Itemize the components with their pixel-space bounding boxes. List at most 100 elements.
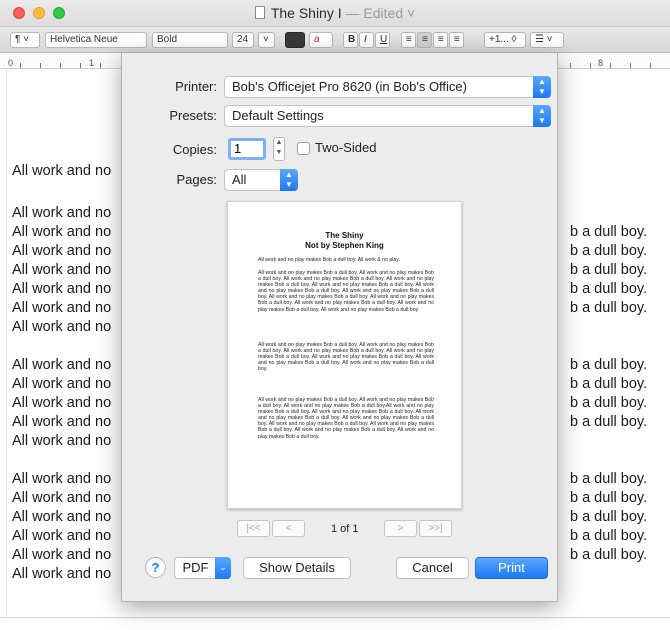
font-size-menu[interactable]: ˅ bbox=[258, 32, 275, 48]
printer-popup[interactable]: Bob's Officejet Pro 8620 (in Bob's Offic… bbox=[224, 76, 551, 98]
ruler-tick bbox=[650, 63, 651, 68]
document-line: All work and no bbox=[12, 300, 112, 316]
justify-button[interactable]: ≡ bbox=[449, 32, 464, 48]
preview-paragraph: All work and no play makes Bob a dull bo… bbox=[258, 397, 434, 440]
highlight-color-button[interactable]: a bbox=[309, 32, 333, 48]
document-line: b a dull boy. bbox=[570, 490, 648, 506]
window-title[interactable]: The Shiny I — Edited ˅ bbox=[0, 5, 670, 21]
popup-arrows-icon: ▲ ▼ bbox=[533, 105, 551, 127]
align-left-icon: ≡ bbox=[406, 34, 412, 45]
document-line: All work and no bbox=[12, 509, 112, 525]
font-style-menu[interactable]: Bold bbox=[152, 32, 228, 48]
chevron-down-icon: ⌄ bbox=[215, 557, 231, 579]
next-page-button[interactable]: > bbox=[384, 520, 417, 537]
copies-label: Copies: bbox=[172, 142, 217, 157]
document-line: b a dull boy. bbox=[570, 224, 648, 240]
document-line: b a dull boy. bbox=[570, 243, 648, 259]
copies-field[interactable]: 1 bbox=[228, 138, 266, 160]
paragraph-style-menu[interactable]: ¶ ˅ bbox=[10, 32, 40, 48]
list-style-menu[interactable]: ☰ ˅ bbox=[530, 32, 564, 48]
document-line: All work and no bbox=[12, 376, 112, 392]
document-line: b a dull boy. bbox=[570, 547, 648, 563]
font-size-field[interactable]: 24 bbox=[232, 32, 254, 48]
document-line: b a dull boy. bbox=[570, 395, 648, 411]
document-line: All work and no bbox=[12, 414, 112, 430]
underline-button[interactable]: U bbox=[375, 32, 390, 48]
ruler-tick bbox=[610, 63, 611, 68]
align-right-icon: ≡ bbox=[438, 34, 444, 45]
help-button[interactable]: ? bbox=[145, 557, 166, 578]
window-bottom-border bbox=[0, 617, 670, 618]
document-line: All work and no bbox=[12, 490, 112, 506]
align-center-icon: ≡ bbox=[422, 34, 428, 45]
document-line: All work and no bbox=[12, 357, 112, 373]
two-sided-label: Two-Sided bbox=[315, 140, 377, 155]
presets-popup[interactable]: Default Settings ▲ ▼ bbox=[224, 105, 551, 127]
document-line: b a dull boy. bbox=[570, 509, 648, 525]
document-line: b a dull boy. bbox=[570, 471, 648, 487]
popup-arrows-icon: ▲ ▼ bbox=[533, 76, 551, 98]
justify-icon: ≡ bbox=[454, 34, 460, 45]
document-line: All work and no bbox=[12, 205, 112, 221]
pages-value: All bbox=[232, 172, 247, 187]
previous-page-button[interactable]: < bbox=[272, 520, 305, 537]
window-title-text: The Shiny I bbox=[270, 5, 342, 21]
preview-first-line: All work and no play makes Bob a dull bo… bbox=[258, 257, 400, 263]
document-line: All work and no bbox=[12, 163, 112, 179]
align-center-button[interactable]: ≡ bbox=[417, 32, 432, 48]
text-color-swatch[interactable] bbox=[285, 32, 305, 48]
ruler-tick bbox=[570, 63, 571, 68]
title-bar: The Shiny I — Edited ˅ bbox=[0, 0, 670, 27]
chevron-down-icon: ▼ bbox=[275, 149, 283, 156]
print-preview-page: The Shiny Not by Stephen King All work a… bbox=[227, 201, 462, 509]
document-line: b a dull boy. bbox=[570, 281, 648, 297]
ruler-number-one: 1 bbox=[89, 58, 95, 68]
align-left-button[interactable]: ≡ bbox=[401, 32, 416, 48]
presets-label: Presets: bbox=[169, 108, 217, 123]
align-right-button[interactable]: ≡ bbox=[433, 32, 448, 48]
bold-button[interactable]: B bbox=[343, 32, 358, 48]
popup-arrows-icon: ▲ ▼ bbox=[280, 169, 298, 191]
document-line: b a dull boy. bbox=[570, 376, 648, 392]
document-line: All work and no bbox=[12, 528, 112, 544]
document-line: b a dull boy. bbox=[570, 414, 648, 430]
document-line: All work and no bbox=[12, 395, 112, 411]
ruler-number-start: 0 bbox=[8, 58, 14, 68]
document-line: All work and no bbox=[12, 566, 112, 582]
page-count: 1 of 1 bbox=[331, 523, 359, 535]
ruler-tick bbox=[20, 63, 21, 68]
italic-button[interactable]: I bbox=[359, 32, 374, 48]
document-line: b a dull boy. bbox=[570, 357, 648, 373]
last-page-button[interactable]: >>| bbox=[419, 520, 452, 537]
ruler-tick bbox=[80, 63, 81, 68]
document-line: All work and no bbox=[12, 433, 112, 449]
show-details-button[interactable]: Show Details bbox=[243, 557, 351, 579]
pages-label: Pages: bbox=[176, 172, 217, 187]
chevron-up-icon: ▲ bbox=[275, 139, 283, 146]
document-line: b a dull boy. bbox=[570, 300, 648, 316]
copies-stepper[interactable]: ▲ ▼ bbox=[273, 137, 285, 161]
printer-value: Bob's Officejet Pro 8620 (in Bob's Offic… bbox=[232, 79, 467, 94]
document-line: All work and no bbox=[12, 471, 112, 487]
cancel-button[interactable]: Cancel bbox=[396, 557, 469, 579]
pages-popup[interactable]: All ▲ ▼ bbox=[224, 169, 298, 191]
font-family-menu[interactable]: Helvetica Neue bbox=[45, 32, 147, 48]
print-button[interactable]: Print bbox=[475, 557, 548, 579]
preview-title: The Shiny bbox=[325, 231, 364, 240]
document-line: All work and no bbox=[12, 224, 112, 240]
print-dialog: Printer: Bob's Officejet Pro 8620 (in Bo… bbox=[121, 53, 558, 602]
line-spacing-menu[interactable]: +1... ◊ bbox=[484, 32, 526, 48]
preview-subtitle: Not by Stephen King bbox=[305, 241, 384, 250]
ruler-tick bbox=[100, 63, 101, 68]
document-line: All work and no bbox=[12, 547, 112, 563]
document-line: All work and no bbox=[12, 262, 112, 278]
document-line: All work and no bbox=[12, 243, 112, 259]
document-line: b a dull boy. bbox=[570, 528, 648, 544]
two-sided-checkbox[interactable] bbox=[297, 142, 310, 155]
ruler-tick bbox=[40, 63, 41, 68]
document-icon bbox=[254, 6, 265, 19]
preview-paragraph: All work and no play makes Bob a dull bo… bbox=[258, 342, 434, 373]
first-page-button[interactable]: |<< bbox=[237, 520, 270, 537]
ruler-number-end: 8 bbox=[598, 58, 604, 68]
format-toolbar: ¶ ˅ Helvetica Neue Bold 24 ˅ a B I U ≡ ≡… bbox=[0, 27, 670, 53]
